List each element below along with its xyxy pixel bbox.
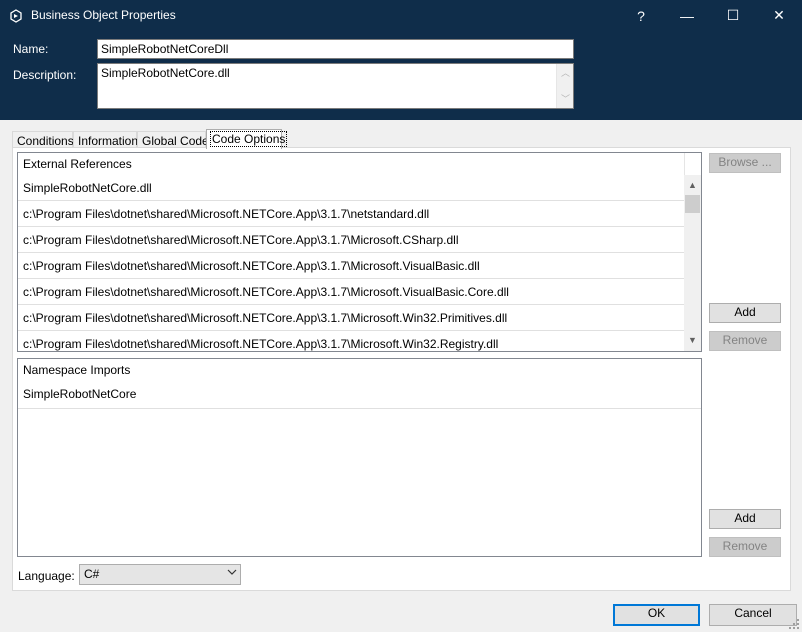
- list-item[interactable]: c:\Program Files\dotnet\shared\Microsoft…: [18, 279, 685, 305]
- chevron-down-icon: [227, 567, 237, 580]
- scroll-down-icon[interactable]: ▼: [684, 332, 701, 349]
- add-reference-button[interactable]: Add: [709, 303, 781, 323]
- namespace-imports-header: Namespace Imports: [23, 363, 131, 377]
- description-label: Description:: [13, 68, 77, 82]
- list-item[interactable]: SimpleRobotNetCore.dll: [18, 175, 685, 201]
- external-references-list[interactable]: External References SimpleRobotNetCore.d…: [17, 152, 702, 352]
- description-text: SimpleRobotNetCore.dll: [101, 66, 230, 80]
- window-title: Business Object Properties: [31, 8, 176, 22]
- maximize-button[interactable]: ☐: [710, 0, 756, 31]
- cancel-button[interactable]: Cancel: [709, 604, 797, 626]
- list-item[interactable]: c:\Program Files\dotnet\shared\Microsoft…: [18, 253, 685, 279]
- tab-code-options[interactable]: Code Options: [206, 129, 288, 149]
- language-selected-value: C#: [84, 567, 100, 581]
- description-field[interactable]: SimpleRobotNetCore.dll ︿ ﹀: [97, 63, 574, 109]
- resize-grip-icon[interactable]: [788, 618, 800, 630]
- ok-button[interactable]: OK: [613, 604, 700, 626]
- language-label: Language:: [18, 569, 75, 583]
- scroll-up-icon[interactable]: ▲: [684, 177, 701, 194]
- remove-namespace-button[interactable]: Remove: [709, 537, 781, 557]
- external-references-scrollbar[interactable]: ▲ ▼: [684, 175, 701, 351]
- name-label: Name:: [13, 42, 49, 56]
- scroll-thumb[interactable]: [685, 195, 700, 213]
- header-panel: Name: SimpleRobotNetCoreDll Description:…: [0, 31, 802, 120]
- remove-reference-button[interactable]: Remove: [709, 331, 781, 351]
- list-item[interactable]: c:\Program Files\dotnet\shared\Microsoft…: [18, 305, 685, 331]
- list-item[interactable]: c:\Program Files\dotnet\shared\Microsoft…: [18, 201, 685, 227]
- title-bar: Business Object Properties ? — ☐ ✕: [0, 0, 802, 31]
- namespace-imports-list[interactable]: Namespace Imports SimpleRobotNetCore: [17, 358, 702, 557]
- language-select[interactable]: C#: [79, 564, 241, 585]
- list-item[interactable]: SimpleRobotNetCore: [18, 381, 701, 409]
- browse-button[interactable]: Browse ...: [709, 153, 781, 173]
- help-button[interactable]: ?: [618, 0, 664, 31]
- scroll-up-icon[interactable]: ︿: [557, 65, 574, 81]
- scroll-down-icon[interactable]: ﹀: [557, 91, 574, 107]
- list-item[interactable]: c:\Program Files\dotnet\shared\Microsoft…: [18, 227, 685, 253]
- minimize-button[interactable]: —: [664, 0, 710, 31]
- name-field[interactable]: SimpleRobotNetCoreDll: [97, 39, 574, 59]
- app-icon: [10, 9, 22, 23]
- description-scrollbar[interactable]: ︿ ﹀: [556, 64, 573, 108]
- close-button[interactable]: ✕: [756, 0, 802, 31]
- list-item[interactable]: c:\Program Files\dotnet\shared\Microsoft…: [18, 331, 685, 351]
- external-references-header: External References: [18, 153, 685, 175]
- add-namespace-button[interactable]: Add: [709, 509, 781, 529]
